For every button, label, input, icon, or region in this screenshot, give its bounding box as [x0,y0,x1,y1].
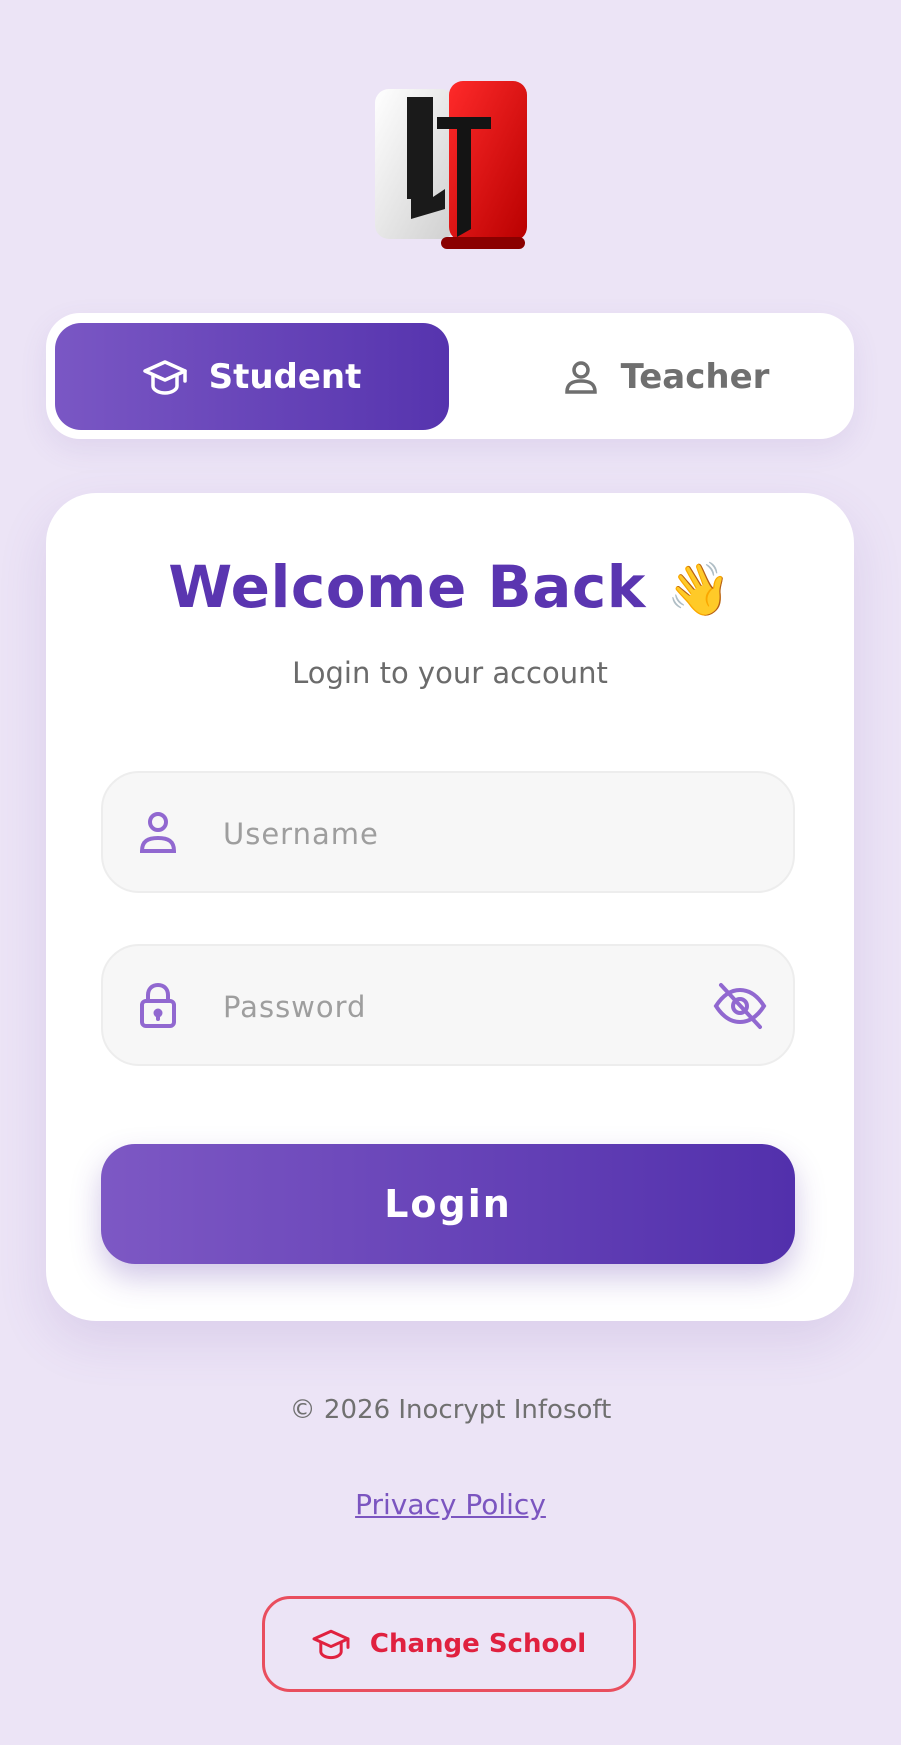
tab-student[interactable]: Student [55,323,449,430]
page-title: Welcome Back 👋 [46,553,854,621]
change-school-button[interactable]: Change School [262,1596,636,1692]
username-input[interactable] [221,803,665,865]
password-field [101,944,795,1066]
tab-teacher-label: Teacher [620,356,770,397]
graduation-cap-icon [142,359,187,395]
wave-emoji: 👋 [666,560,732,620]
tab-teacher[interactable]: Teacher [496,323,836,430]
title-text: Welcome Back [168,553,646,621]
change-school-label: Change School [369,1629,587,1659]
eye-off-icon[interactable] [713,981,767,1031]
password-input[interactable] [221,976,665,1038]
app-logo [375,81,527,249]
login-button[interactable]: Login [101,1144,795,1264]
role-switch: Student Teacher [46,313,854,439]
user-icon [564,360,597,394]
login-card: Welcome Back 👋 Login to your account Log… [46,493,854,1321]
privacy-policy-link[interactable]: Privacy Policy [0,1488,901,1521]
lock-icon [140,983,176,1028]
page-subtitle: Login to your account [292,656,608,690]
username-field [101,771,795,893]
graduation-cap-icon [312,1629,350,1660]
tab-student-label: Student [208,356,362,397]
copyright-text: © 2026 Inocrypt Infosoft [289,1395,612,1425]
user-icon [139,812,177,853]
